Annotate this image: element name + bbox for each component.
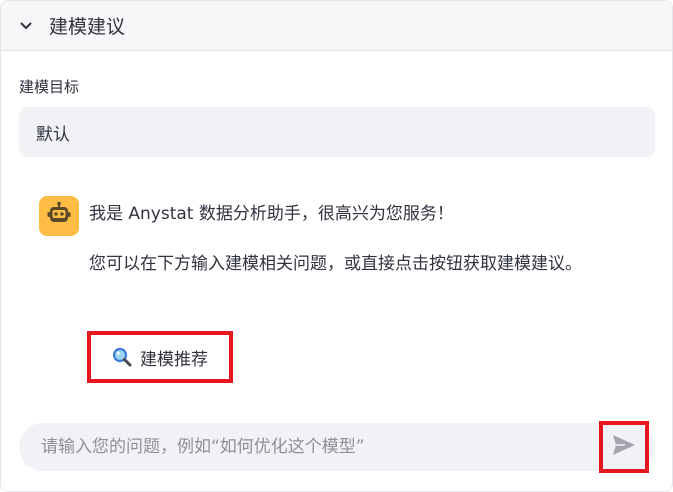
recommend-button-highlight: 建模推荐 <box>87 331 233 383</box>
expander-header[interactable]: 建模建议 <box>1 1 672 51</box>
send-button-highlight <box>599 421 649 473</box>
robot-icon <box>46 201 72 231</box>
chat-input[interactable] <box>19 423 579 471</box>
chevron-down-icon <box>17 17 35 35</box>
send-icon <box>612 434 636 460</box>
expander-title: 建模建议 <box>49 16 126 38</box>
assistant-greeting: 我是 Anystat 数据分析助手，很高兴为您服务！ <box>89 204 454 224</box>
modeling-goal-value: 默认 <box>36 124 70 145</box>
send-button[interactable] <box>606 429 642 465</box>
modeling-goal-select[interactable]: 默认 <box>19 107 655 157</box>
modeling-recommend-button[interactable]: 建模推荐 <box>112 345 208 370</box>
modeling-suggestion-panel: 建模建议 建模目标 默认 我是 Anystat 数据分析助手，很高兴为您服务！ … <box>0 0 673 492</box>
magnifier-icon <box>112 347 132 367</box>
assistant-avatar <box>39 196 79 236</box>
modeling-goal-label: 建模目标 <box>19 78 80 96</box>
chat-input-container <box>19 423 655 471</box>
recommend-button-label: 建模推荐 <box>140 349 208 370</box>
assistant-instruction: 您可以在下方输入建模相关问题，或直接点击按钮获取建模建议。 <box>89 254 582 274</box>
